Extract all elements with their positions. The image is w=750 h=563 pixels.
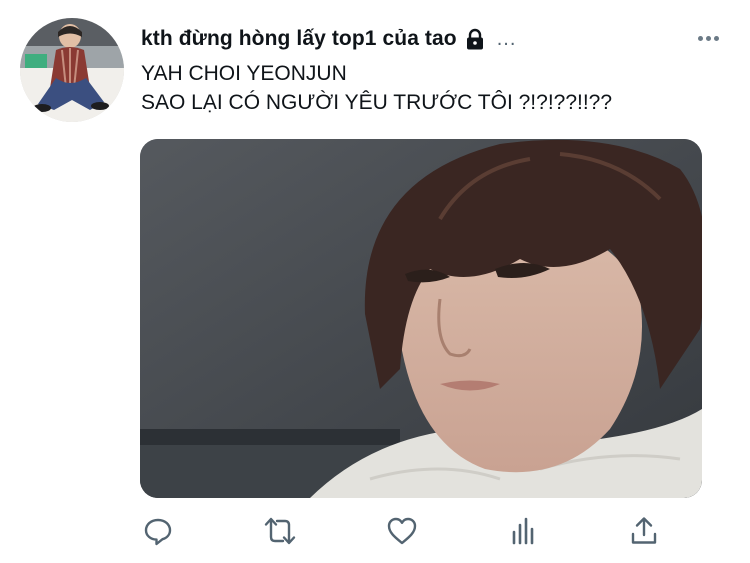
analytics-icon[interactable] — [502, 509, 546, 553]
display-name[interactable]: kth đừng hòng lấy top1 của tao — [141, 27, 457, 51]
tweet-photo[interactable] — [140, 139, 702, 498]
tweet-actions — [0, 509, 750, 555]
username-truncation: ... — [496, 27, 517, 50]
retweet-icon[interactable] — [258, 509, 302, 553]
tweet-text: YAH CHOI YEONJUN SAO LẠI CÓ NGƯỜI YÊU TR… — [141, 59, 612, 117]
tweet-text-line: SAO LẠI CÓ NGƯỜI YÊU TRƯỚC TÔI ?!?!??!!?… — [141, 91, 613, 114]
heart-icon[interactable] — [380, 509, 424, 553]
tweet-text-line: YAH CHOI YEONJUN — [141, 62, 347, 85]
tweet-header: kth đừng hòng lấy top1 của tao ... — [141, 27, 516, 51]
avatar-photo — [20, 18, 124, 122]
lock-icon — [465, 28, 485, 50]
reply-icon[interactable] — [136, 509, 180, 553]
more-options-icon[interactable] — [690, 24, 726, 52]
share-icon[interactable] — [622, 509, 666, 553]
avatar[interactable] — [20, 18, 124, 122]
photo-image — [140, 139, 702, 498]
